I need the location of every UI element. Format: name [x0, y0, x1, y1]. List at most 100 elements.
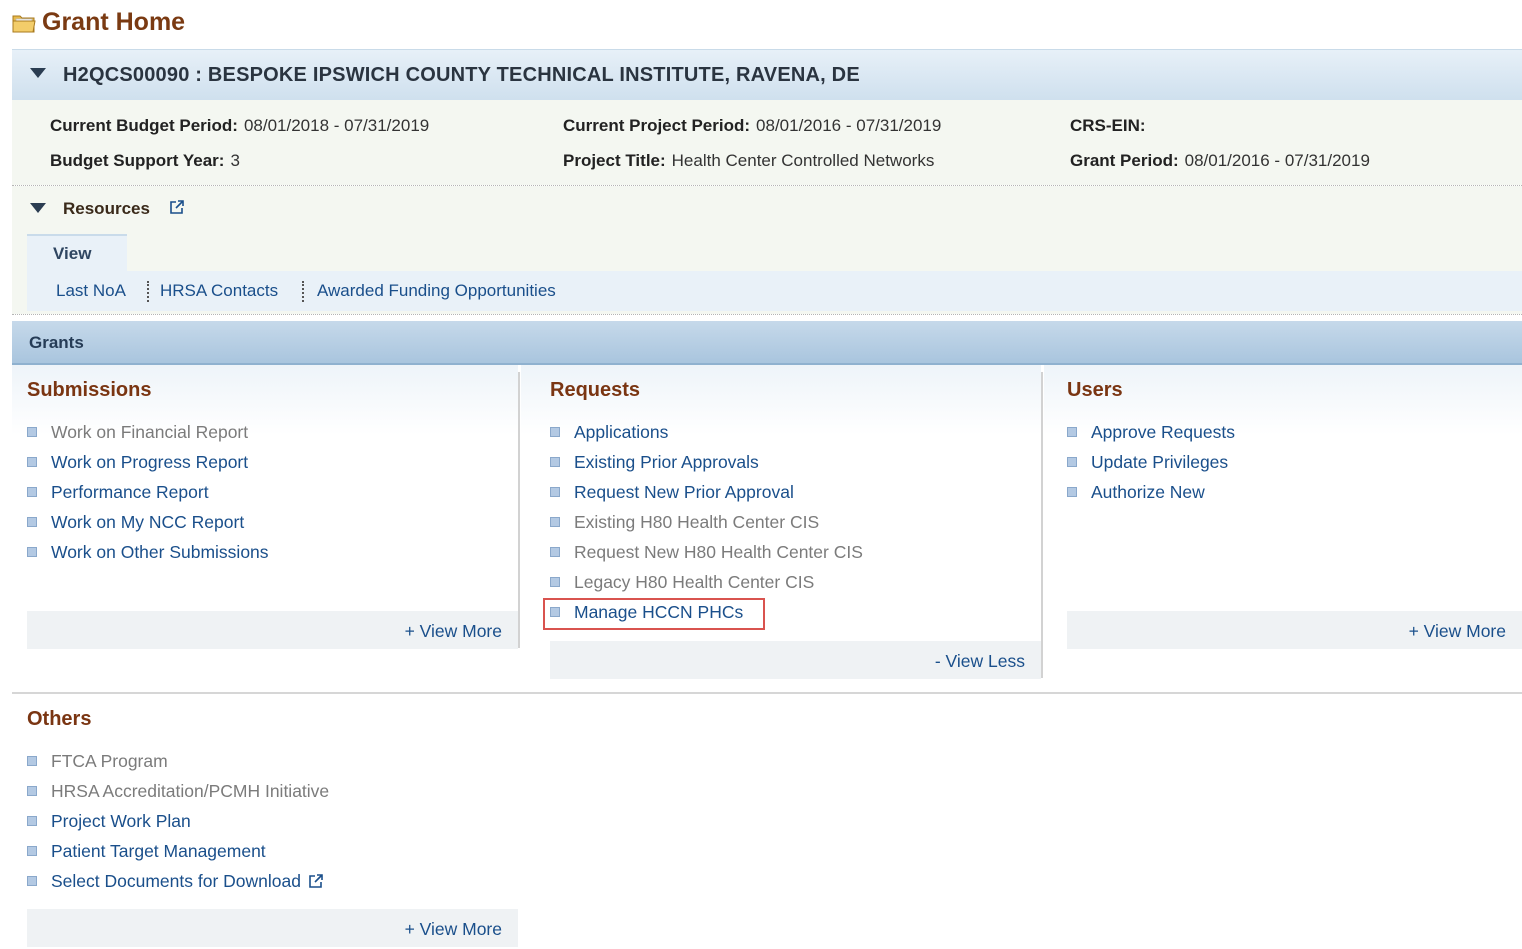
bullet-icon	[27, 816, 37, 826]
existing-h80-health-center-cis-link: Existing H80 Health Center CIS	[574, 511, 820, 532]
list-item-patient-target-management[interactable]: Patient Target Management	[27, 836, 507, 866]
bullet-icon	[550, 517, 560, 527]
link-separator	[147, 281, 149, 302]
list-item-update-privileges[interactable]: Update Privileges	[1067, 447, 1507, 477]
work-on-other-submissions-link[interactable]: Work on Other Submissions	[51, 542, 269, 563]
current-budget-period-value: 08/01/2018 - 07/31/2019	[243, 116, 430, 135]
bullet-icon	[27, 876, 37, 886]
column-divider	[518, 372, 520, 648]
bullet-icon	[1067, 457, 1077, 467]
list-item-request-new-h80-health-center-cis: Request New H80 Health Center CIS	[550, 537, 1030, 567]
grants-section-label: Grants	[29, 333, 84, 352]
select-documents-for-download-link[interactable]: Select Documents for Download	[51, 871, 301, 892]
users-list: Approve Requests Update Privileges Authori…	[1067, 417, 1507, 507]
last-noa-link[interactable]: Last NoA	[56, 281, 126, 301]
existing-prior-approvals-link[interactable]: Existing Prior Approvals	[574, 452, 759, 473]
list-item-authorize-new[interactable]: Authorize New	[1067, 477, 1507, 507]
list-item-applications[interactable]: Applications	[550, 417, 1030, 447]
current-budget-period: Current Budget Period: 08/01/2018 - 07/31…	[50, 116, 429, 136]
grant-period: Grant Period: 08/01/2016 - 07/31/2019	[1070, 151, 1370, 171]
hrsa-contacts-link[interactable]: HRSA Contacts	[160, 281, 278, 301]
submissions-view-more-link[interactable]: + View More	[405, 621, 502, 642]
applications-link[interactable]: Applications	[574, 422, 668, 443]
hrsa-accreditation-pcmh-initiative-link: HRSA Accreditation/PCMH Initiative	[51, 780, 330, 801]
tab-view-label: View	[53, 244, 92, 263]
ftca-program-link: FTCA Program	[51, 750, 168, 771]
grants-section-bar: Grants	[12, 321, 1522, 365]
requests-less-bar: - View Less	[550, 641, 1041, 679]
list-item-performance-report[interactable]: Performance Report	[27, 477, 507, 507]
authorize-new-link[interactable]: Authorize New	[1091, 482, 1205, 503]
link-separator	[302, 281, 304, 302]
list-item-project-work-plan[interactable]: Project Work Plan	[27, 806, 507, 836]
current-budget-period-label: Current Budget Period:	[50, 116, 238, 135]
bullet-icon	[27, 457, 37, 467]
grant-header-title: H2QCS00090 : BESPOKE IPSWICH COUNTY TECH…	[63, 64, 860, 86]
bullet-icon	[27, 846, 37, 856]
legacy-h80-health-center-cis-link: Legacy H80 Health Center CIS	[574, 571, 815, 592]
grant-period-value: 08/01/2016 - 07/31/2019	[1184, 151, 1370, 170]
request-new-prior-approval-link[interactable]: Request New Prior Approval	[574, 482, 794, 503]
page-title: Grant Home	[12, 8, 185, 37]
bullet-icon	[27, 547, 37, 557]
external-link-icon[interactable]	[308, 873, 324, 889]
others-title: Others	[27, 708, 92, 730]
patient-target-management-link[interactable]: Patient Target Management	[51, 841, 266, 862]
budget-support-year: Budget Support Year: 3	[50, 151, 240, 171]
bullet-icon	[550, 457, 560, 467]
awarded-funding-opportunities-link[interactable]: Awarded Funding Opportunities	[317, 281, 556, 301]
current-project-period: Current Project Period: 08/01/2016 - 07/3…	[563, 116, 941, 136]
bullet-icon	[27, 786, 37, 796]
current-project-period-label: Current Project Period:	[563, 116, 751, 135]
budget-support-year-value: 3	[230, 151, 240, 170]
bullet-icon	[1067, 487, 1077, 497]
update-privileges-link[interactable]: Update Privileges	[1091, 452, 1228, 473]
others-view-more-link[interactable]: + View More	[405, 919, 502, 940]
work-on-progress-report-link[interactable]: Work on Progress Report	[51, 452, 248, 473]
bullet-icon	[550, 427, 560, 437]
submissions-list: Work on Financial Report Work on Progress…	[27, 417, 507, 567]
list-item-work-on-progress-report[interactable]: Work on Progress Report	[27, 447, 507, 477]
list-item-existing-h80-health-center-cis: Existing H80 Health Center CIS	[550, 507, 1030, 537]
column-divider	[1041, 372, 1043, 678]
list-item-work-on-other-submissions[interactable]: Work on Other Submissions	[27, 537, 507, 567]
request-new-h80-health-center-cis-link: Request New H80 Health Center CIS	[574, 541, 863, 562]
grant-info-panel: Current Budget Period: 08/01/2018 - 07/31…	[12, 100, 1522, 185]
resources-label[interactable]: Resources	[63, 199, 150, 219]
work-on-financial-report-link: Work on Financial Report	[51, 421, 249, 442]
bullet-icon	[550, 487, 560, 497]
collapse-triangle-icon[interactable]	[30, 68, 46, 78]
list-item-hrsa-accreditation-pcmh-initiative: HRSA Accreditation/PCMH Initiative	[27, 776, 507, 806]
collapse-triangle-icon[interactable]	[30, 203, 46, 213]
work-on-my-ncc-report-link[interactable]: Work on My NCC Report	[51, 512, 244, 533]
bullet-icon	[27, 487, 37, 497]
highlight-box	[543, 598, 765, 630]
list-item-work-on-financial-report: Work on Financial Report	[27, 417, 507, 447]
grant-header-bar[interactable]: H2QCS00090 : BESPOKE IPSWICH COUNTY TECH…	[12, 49, 1522, 101]
external-link-icon[interactable]	[169, 199, 185, 215]
list-item-approve-requests[interactable]: Approve Requests	[1067, 417, 1507, 447]
list-item-existing-prior-approvals[interactable]: Existing Prior Approvals	[550, 447, 1030, 477]
list-item-legacy-h80-health-center-cis: Legacy H80 Health Center CIS	[550, 567, 1030, 597]
requests-view-less-link[interactable]: - View Less	[935, 651, 1025, 672]
requests-title: Requests	[550, 379, 641, 401]
crs-ein: CRS-EIN:	[1070, 116, 1152, 136]
list-item-work-on-my-ncc-report[interactable]: Work on My NCC Report	[27, 507, 507, 537]
users-view-more-link[interactable]: + View More	[1409, 621, 1506, 642]
users-more-bar: + View More	[1067, 611, 1522, 649]
divider	[12, 692, 1522, 694]
tab-view[interactable]: View	[27, 234, 127, 274]
list-item-ftca-program: FTCA Program	[27, 746, 507, 776]
requests-list: Applications Existing Prior Approvals Requ…	[550, 417, 1030, 627]
bullet-icon	[550, 547, 560, 557]
list-item-select-documents-for-download[interactable]: Select Documents for Download	[27, 866, 507, 896]
budget-support-year-label: Budget Support Year:	[50, 151, 225, 170]
approve-requests-link[interactable]: Approve Requests	[1091, 422, 1235, 443]
view-links-row: Last NoA HRSA Contacts Awarded Funding O…	[27, 271, 1522, 311]
project-title-value: Health Center Controlled Networks	[671, 151, 935, 170]
others-more-bar: + View More	[27, 909, 518, 947]
project-title-label: Project Title:	[563, 151, 666, 170]
performance-report-link[interactable]: Performance Report	[51, 482, 209, 503]
list-item-request-new-prior-approval[interactable]: Request New Prior Approval	[550, 477, 1030, 507]
project-work-plan-link[interactable]: Project Work Plan	[51, 811, 191, 832]
